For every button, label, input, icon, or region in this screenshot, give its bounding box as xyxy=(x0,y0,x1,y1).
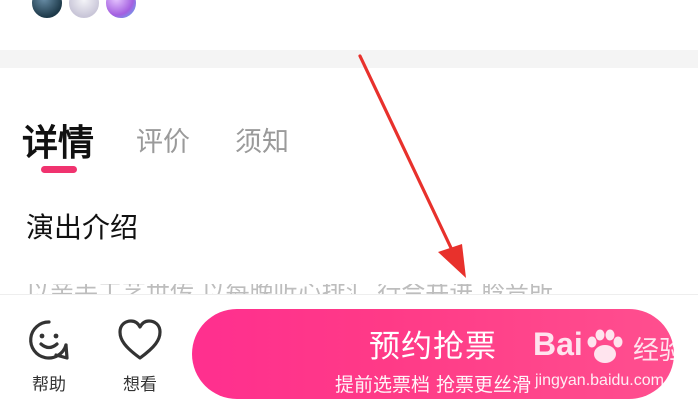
avatar xyxy=(67,0,101,20)
intro-text-clipped: 以亲手工艺世传 以每晚听心排汇 行合并进 聆音所 xyxy=(26,284,696,294)
avatar xyxy=(30,0,64,20)
baidu-jingyan-watermark: Bai 经验 jingyan.baidu.com xyxy=(533,326,698,396)
watermark-url: jingyan.baidu.com xyxy=(535,372,664,389)
watermark-logo: Bai xyxy=(533,326,583,362)
tab-notice[interactable]: 须知 xyxy=(235,120,289,159)
baidu-paw-icon xyxy=(587,329,623,363)
want-label: 想看 xyxy=(123,375,157,395)
viewer-avatars xyxy=(30,0,150,20)
section-divider xyxy=(0,50,698,68)
watermark-jingyan: 经验 xyxy=(633,336,686,366)
heart-icon xyxy=(118,319,162,360)
want-to-see-button[interactable]: 想看 xyxy=(110,318,170,395)
section-title: 演出介绍 xyxy=(26,211,139,244)
help-button[interactable]: 帮助 xyxy=(19,318,79,395)
help-label: 帮助 xyxy=(32,375,66,395)
tab-details[interactable]: 详情 xyxy=(22,114,94,166)
detail-tabs: 详情 评价 须知 xyxy=(22,108,442,178)
active-tab-indicator xyxy=(41,166,77,173)
avatar xyxy=(104,0,138,20)
intro-text: 以亲手工艺世传 以每晚听心排汇 行合并进 聆音所 xyxy=(26,284,696,294)
tab-reviews[interactable]: 评价 xyxy=(136,120,190,159)
smile-help-icon xyxy=(29,320,69,360)
